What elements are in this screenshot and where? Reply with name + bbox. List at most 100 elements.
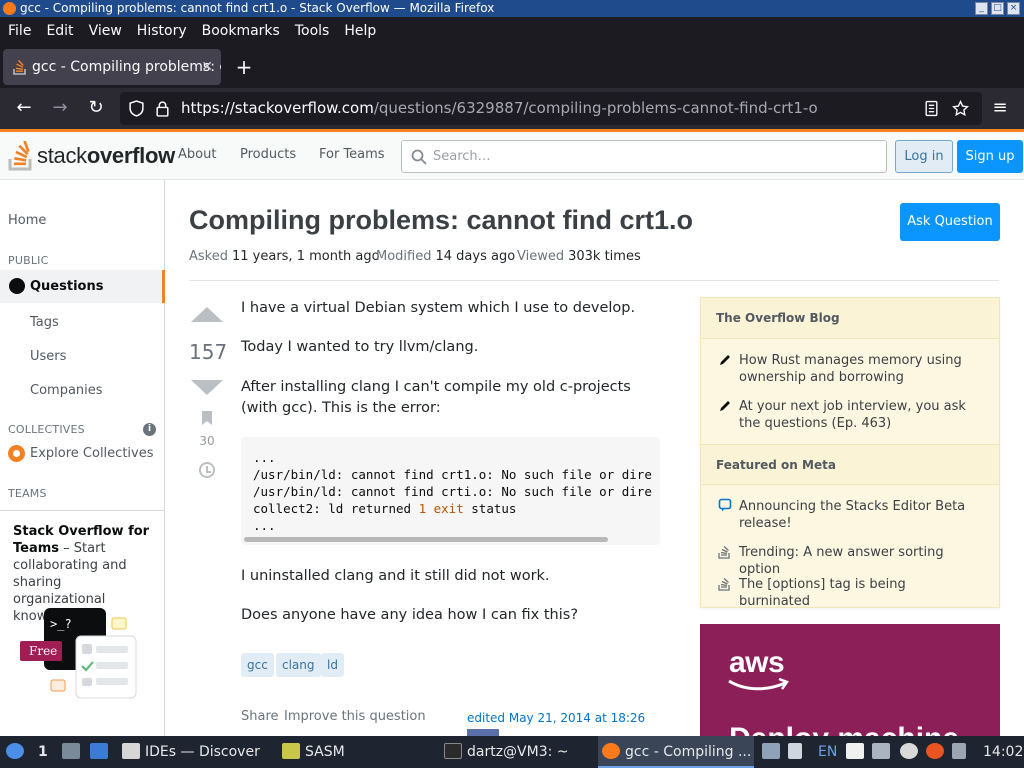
maximize-button[interactable]: □ (991, 2, 1004, 15)
advertisement[interactable]: aws Deploy machine (700, 624, 1000, 736)
reload-button[interactable]: ↻ (84, 96, 108, 120)
login-button[interactable]: Log in (895, 140, 953, 173)
terminal-icon (444, 743, 462, 759)
search-input[interactable] (433, 142, 873, 171)
so-logo[interactable]: stackoverflow (8, 140, 175, 172)
improve-question-link[interactable]: Improve this question (284, 709, 426, 724)
edited-link[interactable]: edited May 21, 2014 at 18:26 (467, 711, 645, 725)
tray-volume[interactable] (788, 736, 807, 768)
minimize-button[interactable]: _ (975, 2, 988, 15)
search-icon (411, 149, 427, 165)
clock[interactable]: 14:02 (983, 736, 1023, 768)
desktop-launcher[interactable] (90, 736, 113, 768)
tray-updates[interactable] (900, 736, 923, 768)
sidebar-item-companies[interactable]: Companies (30, 383, 103, 398)
tray-ubuntu[interactable] (926, 736, 949, 768)
menu-tools[interactable]: Tools (295, 23, 330, 39)
taskbar-item-discover[interactable]: IDEs — Discover (122, 736, 274, 768)
url-bar[interactable]: https://stackoverflow.com/questions/6329… (120, 92, 982, 125)
tag-ld[interactable]: ld (321, 653, 344, 677)
meta-modified: Modified 14 days ago (376, 249, 516, 264)
keyboard-layout[interactable]: EN (818, 736, 837, 768)
taskbar: 1 IDEs — Discover SASM dartz@VM3: ~ gcc … (0, 736, 1024, 768)
history-icon[interactable] (199, 462, 215, 478)
window-title: gcc - Compiling problems: cannot find cr… (20, 1, 495, 15)
new-tab-button[interactable]: + (234, 49, 254, 85)
nav-about[interactable]: About (178, 147, 216, 162)
browser-tab[interactable]: gcc - Compiling problems: cannot find cr… (3, 49, 221, 85)
meta-item[interactable]: Announcing the Stacks Editor Beta releas… (739, 498, 974, 532)
nav-products[interactable]: Products (240, 147, 296, 162)
sidebar-item-label: Questions (30, 279, 104, 294)
navigation-bar: ← → ↻ https://stackoverflow.com/question… (0, 88, 1024, 129)
pencil-icon (720, 401, 730, 411)
sidebar-item-explore-collectives[interactable]: Explore Collectives (8, 445, 154, 462)
share-link[interactable]: Share (241, 709, 279, 724)
sidebar-item-users[interactable]: Users (30, 349, 66, 364)
hamburger-menu-icon[interactable]: ≡ (988, 96, 1012, 120)
menu-file[interactable]: File (8, 23, 31, 39)
folder-icon (62, 743, 80, 759)
bookmark-count: 30 (199, 434, 215, 448)
upvote-button[interactable] (191, 307, 223, 322)
url-domain: https://stackoverflow.com (181, 99, 374, 117)
volume-icon (788, 743, 802, 759)
nav-for-teams[interactable]: For Teams (319, 147, 385, 162)
close-window-button[interactable]: × (1007, 2, 1020, 15)
question-title[interactable]: Compiling problems: cannot find crt1.o (189, 205, 693, 236)
display-icon (872, 743, 890, 759)
sidebar-item-home[interactable]: Home (8, 213, 46, 228)
menu-help[interactable]: Help (344, 23, 376, 39)
meta-item[interactable]: The [options] tag is being burninated (739, 576, 974, 610)
downvote-button[interactable] (191, 380, 223, 395)
code-scrollbar[interactable] (244, 537, 608, 542)
menu-view[interactable]: View (89, 23, 122, 39)
tray-network[interactable] (952, 736, 971, 768)
reader-view-icon[interactable] (923, 100, 940, 117)
url-text[interactable]: https://stackoverflow.com/questions/6329… (181, 92, 818, 125)
sidebar-item-tags[interactable]: Tags (30, 315, 59, 330)
taskbar-item-sasm[interactable]: SASM (282, 736, 432, 768)
ask-question-button[interactable]: Ask Question (900, 203, 1000, 241)
bookmark-icon[interactable] (202, 411, 212, 425)
workspace-switcher[interactable]: 1 (38, 736, 48, 768)
tag-clang[interactable]: clang (276, 653, 321, 677)
tray-display[interactable] (872, 736, 895, 768)
taskbar-item-terminal[interactable]: dartz@VM3: ~ (444, 736, 594, 768)
sidebar-item-label: Explore Collectives (30, 446, 154, 461)
shield-icon[interactable] (128, 100, 145, 117)
file-manager-launcher[interactable] (62, 736, 85, 768)
tray-clipboard[interactable] (846, 736, 869, 768)
tray-mail[interactable] (762, 736, 785, 768)
stackoverflow-logo-icon (8, 141, 32, 171)
signup-button[interactable]: Sign up (957, 140, 1023, 173)
tag-gcc[interactable]: gcc (241, 653, 274, 677)
blog-item[interactable]: How Rust manages memory using ownership … (739, 352, 974, 386)
blog-item[interactable]: At your next job interview, you ask the … (739, 398, 974, 432)
lock-icon[interactable] (154, 100, 171, 117)
back-button[interactable]: ← (12, 96, 36, 120)
tab-close-icon[interactable]: ✕ (201, 49, 213, 85)
menu-edit[interactable]: Edit (46, 23, 73, 39)
post-paragraph: I uninstalled clang and it still did not… (241, 568, 550, 584)
meta-header: Featured on Meta (701, 444, 999, 485)
firefox-icon (602, 743, 620, 759)
sidebar-item-questions[interactable]: Questions (0, 270, 165, 303)
discover-icon (122, 743, 140, 759)
forward-button[interactable]: → (48, 96, 72, 120)
header-divider (189, 280, 999, 281)
start-menu-button[interactable] (6, 736, 29, 768)
info-icon[interactable]: i (143, 423, 156, 436)
teams-illustration-icon: >_? Free (20, 608, 137, 699)
url-path: /questions/6329887/compiling-problems-ca… (373, 99, 818, 117)
blog-header: The Overflow Blog (701, 298, 999, 339)
meta-item[interactable]: Trending: A new answer sorting option (739, 544, 974, 578)
taskbar-item-firefox[interactable]: gcc - Compiling ... (598, 736, 754, 768)
code-block[interactable]: ... /usr/bin/ld: cannot find crt1.o: No … (241, 437, 660, 545)
menu-history[interactable]: History (137, 23, 187, 39)
bookmark-star-icon[interactable] (952, 100, 969, 117)
tab-strip: gcc - Compiling problems: cannot find cr… (0, 45, 1024, 88)
menu-bookmarks[interactable]: Bookmarks (202, 23, 280, 39)
vote-count: 157 (189, 340, 228, 364)
ubuntu-icon (926, 743, 944, 759)
